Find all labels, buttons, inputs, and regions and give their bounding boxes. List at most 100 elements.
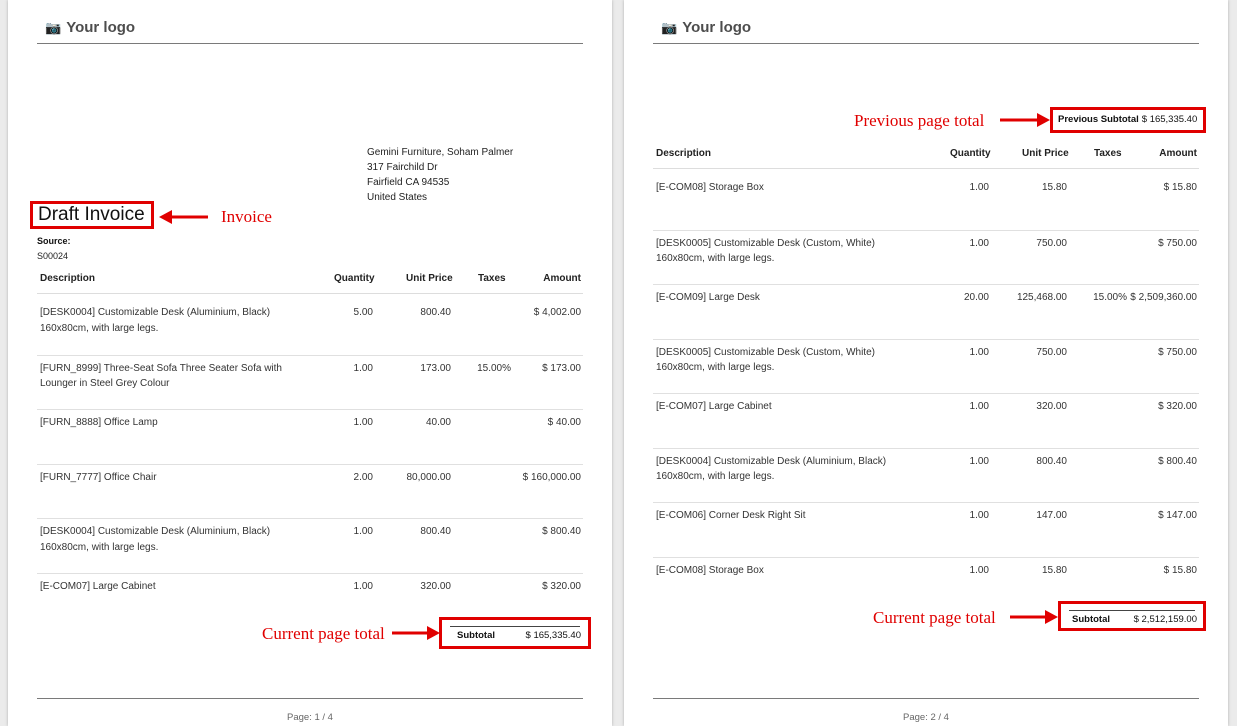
item-amount: $ 2,509,360.00 <box>1130 292 1197 303</box>
item-quantity: 5.00 <box>353 307 373 318</box>
col-amount: Amount <box>543 273 581 284</box>
item-quantity: 1.00 <box>353 526 373 537</box>
subtotal-rule <box>1069 610 1195 611</box>
subtotal-value: $ 165,335.40 <box>525 630 581 641</box>
item-description: [E-COM08] Storage Box <box>656 564 764 576</box>
item-amount: $ 40.00 <box>547 417 581 428</box>
previous-subtotal: Previous Subtotal $ 165,335.40 <box>1050 107 1206 133</box>
item-amount: $ 800.40 <box>1158 455 1197 467</box>
item-quantity: 1.00 <box>969 510 989 521</box>
page-number: Page: 2 / 4 <box>903 712 949 723</box>
item-quantity: 1.00 <box>969 346 989 358</box>
item-unit-price: 320.00 <box>1036 401 1067 412</box>
header-divider <box>653 43 1199 44</box>
table-row: [DESK0004] Customizable Desk (Aluminium,… <box>653 447 1199 482</box>
annotation-current-page-total-2: Current page total <box>873 608 996 627</box>
item-description: [FURN_7777] Office Chair <box>40 471 157 483</box>
subtotal-value: $ 2,512,159.00 <box>1133 614 1197 625</box>
previous-total-arrow-icon <box>1000 113 1050 127</box>
previous-subtotal-value: $ 165,335.40 <box>1141 114 1198 125</box>
item-amount: $ 750.00 <box>1158 346 1197 358</box>
item-description: [E-COM08] Storage Box <box>656 182 764 193</box>
col-unit-price: Unit Price <box>406 273 453 284</box>
item-description: [FURN_8888] Office Lamp <box>40 417 158 428</box>
camera-icon: 📷 <box>661 19 678 35</box>
current-total-arrow-icon <box>1010 610 1058 624</box>
table-header: Description Quantity Unit Price Taxes Am… <box>37 273 583 294</box>
table-row: [DESK0005] Customizable Desk (Custom, Wh… <box>653 229 1199 264</box>
item-amount: $ 320.00 <box>542 580 581 592</box>
item-quantity: 20.00 <box>963 292 989 303</box>
item-description: [DESK0005] Customizable Desk (Custom, Wh… <box>656 346 875 374</box>
footer-divider <box>653 698 1199 699</box>
col-taxes: Taxes <box>1094 148 1122 159</box>
col-quantity: Quantity <box>950 148 991 159</box>
source-label: Source: <box>37 236 71 246</box>
item-unit-price: 800.40 <box>420 526 451 537</box>
annotation-previous-page-total: Previous page total <box>854 111 985 130</box>
item-description: [DESK0004] Customizable Desk (Aluminium,… <box>40 307 271 334</box>
current-page-subtotal: Subtotal $ 2,512,159.00 <box>1058 601 1206 631</box>
subtotal-rule <box>450 626 580 627</box>
page-number: Page: 1 / 4 <box>287 712 333 723</box>
subtotal-label: Subtotal <box>1072 614 1110 625</box>
company-logo: 📷 Your logo <box>661 19 751 36</box>
item-description: [E-COM07] Large Cabinet <box>656 401 772 412</box>
logo-text: Your logo <box>682 19 752 36</box>
item-quantity: 1.00 <box>969 401 989 412</box>
col-unit-price: Unit Price <box>1022 148 1069 159</box>
table-row: [FURN_8888] Office Lamp 1.00 40.00 $ 40.00 <box>37 409 583 428</box>
col-description: Description <box>40 273 96 284</box>
table-row: [E-COM07] Large Cabinet 1.00 320.00 $ 320.0… <box>37 572 583 592</box>
item-unit-price: 40.00 <box>425 417 451 428</box>
col-taxes: Taxes <box>478 273 506 284</box>
item-unit-price: 800.40 <box>1036 455 1067 467</box>
item-description: [E-COM09] Large Desk <box>656 292 760 303</box>
table-row: [E-COM09] Large Desk 20.00 125,468.00 15.00… <box>653 284 1199 303</box>
header-divider <box>37 43 583 44</box>
invoice-title: Draft Invoice <box>30 201 154 229</box>
item-amount: $ 4,002.00 <box>533 307 581 318</box>
item-amount: $ 173.00 <box>542 362 581 374</box>
footer-divider <box>37 698 583 699</box>
item-quantity: 1.00 <box>353 362 373 374</box>
customer-address: Gemini Furniture, Soham Palmer 317 Fairc… <box>367 145 513 205</box>
item-description: [DESK0004] Customizable Desk (Aluminium,… <box>656 455 887 483</box>
address-line: United States <box>367 192 428 203</box>
source-value: S00024 <box>37 251 69 261</box>
invoice-page-1: 📷 Your logo Gemini Furniture, Soham Palm… <box>8 0 612 726</box>
item-unit-price: 750.00 <box>1036 346 1067 358</box>
camera-icon: 📷 <box>45 19 62 35</box>
item-unit-price: 15.80 <box>1041 564 1067 576</box>
table-row: [E-COM08] Storage Box 1.00 15.80 $ 15.80 <box>653 556 1199 576</box>
item-amount: $ 15.80 <box>1163 182 1197 193</box>
invoice-arrow-icon <box>159 210 208 224</box>
item-description: [FURN_8999] Three-Seat Sofa Three Seater… <box>40 362 282 390</box>
item-amount: $ 160,000.00 <box>522 471 581 483</box>
item-description: [E-COM06] Corner Desk Right Sit <box>656 510 806 521</box>
subtotal-label: Subtotal <box>457 630 495 641</box>
table-row: [DESK0005] Customizable Desk (Custom, Wh… <box>653 338 1199 373</box>
table-row: [FURN_8999] Three-Seat Sofa Three Seater… <box>37 354 583 389</box>
item-unit-price: 750.00 <box>1036 237 1067 249</box>
annotation-current-page-total: Current page total <box>262 624 385 643</box>
item-unit-price: 173.00 <box>420 362 451 374</box>
item-quantity: 2.00 <box>353 471 373 483</box>
item-quantity: 1.00 <box>969 237 989 249</box>
item-description: [DESK0005] Customizable Desk (Custom, Wh… <box>656 237 875 265</box>
item-amount: $ 800.40 <box>542 526 581 537</box>
address-line: Gemini Furniture, Soham Palmer <box>367 147 514 158</box>
item-amount: $ 320.00 <box>1158 401 1197 412</box>
item-unit-price: 125,468.00 <box>1016 292 1067 303</box>
item-unit-price: 800.40 <box>420 307 451 318</box>
item-description: [E-COM07] Large Cabinet <box>40 580 156 592</box>
col-quantity: Quantity <box>334 273 375 284</box>
logo-text: Your logo <box>66 19 136 36</box>
address-line: Fairfield CA 94535 <box>367 177 450 188</box>
address-line: 317 Fairchild Dr <box>367 162 438 173</box>
previous-subtotal-label: Previous Subtotal <box>1058 114 1139 125</box>
table-header: Description Quantity Unit Price Taxes Am… <box>653 148 1199 169</box>
company-logo: 📷 Your logo <box>45 19 135 36</box>
item-quantity: 1.00 <box>353 580 373 592</box>
item-quantity: 1.00 <box>969 455 989 467</box>
